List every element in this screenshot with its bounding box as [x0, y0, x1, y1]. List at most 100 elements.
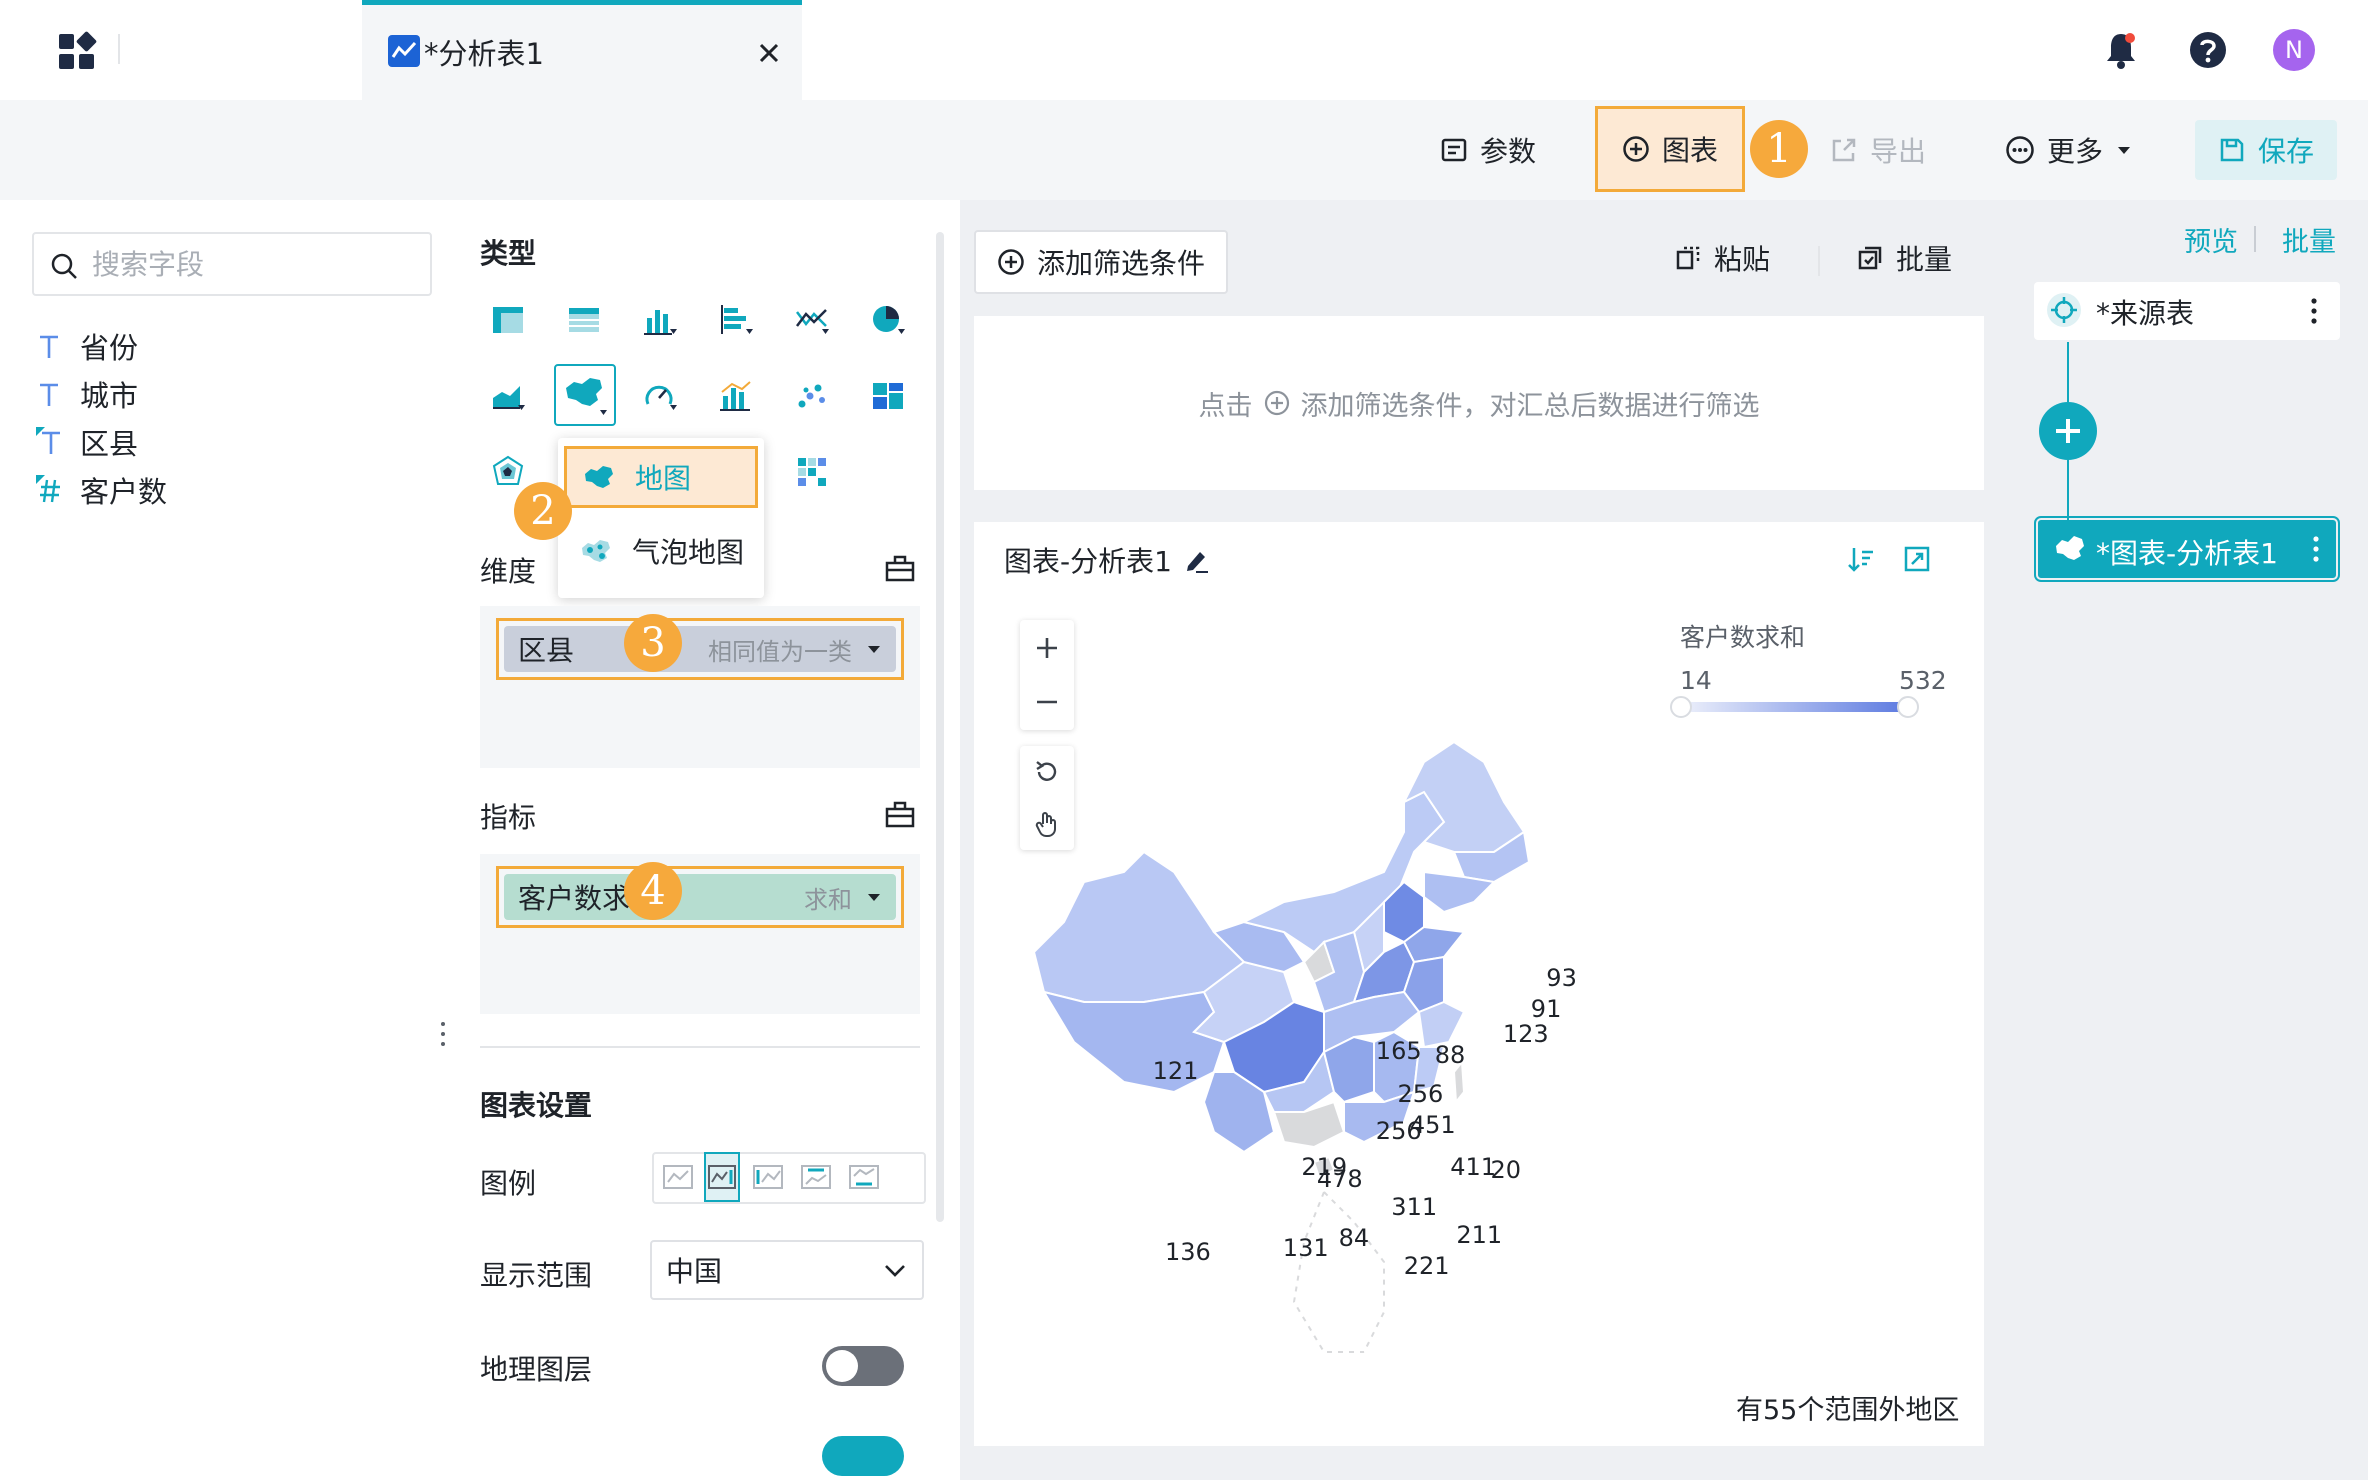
heatmap-chart-icon[interactable]: [794, 454, 830, 490]
step-badge-3: 3: [624, 614, 682, 672]
batch-link[interactable]: 批量: [2282, 220, 2336, 259]
scatter-chart-icon[interactable]: [794, 378, 830, 414]
bubble-map-option[interactable]: 气泡地图: [564, 520, 758, 582]
config-scrollbar[interactable]: [936, 232, 944, 1222]
display-range-select[interactable]: 中国: [650, 1240, 924, 1300]
area-chart-icon[interactable]: [490, 378, 526, 414]
chart-label: 图表: [1661, 134, 1718, 167]
field-item-district[interactable]: 区县: [34, 418, 138, 466]
search-icon: [48, 250, 80, 282]
flow-panel: 预览 批量 *来源表: [2008, 200, 2368, 1480]
horizontal-bar-icon[interactable]: [718, 302, 754, 338]
plus-circle-icon: [1264, 390, 1289, 416]
text-field-icon: [34, 376, 64, 412]
panel-resize-handle[interactable]: [440, 1020, 446, 1048]
flow-add-node-button[interactable]: [2039, 402, 2097, 460]
preview-link[interactable]: 预览: [2184, 220, 2238, 259]
map-value-label: 211: [1456, 1221, 1503, 1250]
cross-table-icon[interactable]: [566, 302, 602, 338]
chart-node-label: *图表-分析表1: [2096, 537, 2278, 570]
field-item-city[interactable]: 城市: [34, 370, 138, 418]
legend-label: 图例: [480, 1167, 537, 1200]
map-value-label: 91: [1530, 994, 1562, 1023]
params-button[interactable]: 参数: [1440, 122, 1536, 178]
geo-layer-toggle[interactable]: [822, 1346, 904, 1386]
legend-top-icon[interactable]: [798, 1152, 834, 1202]
app-grid-icon[interactable]: [55, 30, 99, 74]
plus-circle-icon: [998, 249, 1024, 275]
metric-pill-customers-sum[interactable]: 客户数求和 求和: [504, 874, 896, 920]
bubble-map-label: 气泡地图: [632, 536, 745, 569]
flow-separator: [2254, 226, 2256, 252]
sort-icon[interactable]: [1846, 544, 1876, 574]
map-chart-type-selected[interactable]: [554, 364, 616, 426]
edit-pen-icon[interactable]: [1182, 546, 1210, 574]
pie-chart-icon[interactable]: [870, 302, 906, 338]
china-choropleth-map[interactable]: 121 136 219 256 165 88 256 451 411 20 93 91 123 478 31…: [1024, 702, 1624, 1402]
text-field-icon: [34, 328, 64, 364]
flow-node-source[interactable]: *来源表: [2034, 282, 2340, 340]
legend-bottom-icon[interactable]: [846, 1152, 882, 1202]
dimension-pill-highlight: 区县 相同值为一类: [496, 618, 904, 680]
field-item-customers[interactable]: 客户数: [34, 466, 167, 514]
region-zhejiang: [1417, 1000, 1466, 1049]
pill-mode: 求和: [804, 885, 852, 914]
section-divider: [480, 1046, 920, 1048]
dimension-toolbox-icon[interactable]: [884, 552, 916, 584]
export-button[interactable]: 导出: [1830, 122, 1926, 178]
flow-node-chart[interactable]: *图表-分析表1: [2034, 516, 2340, 582]
radar-chart-icon[interactable]: [490, 454, 526, 490]
filter-hint-text: 添加筛选条件，对汇总后数据进行筛选: [1300, 390, 1760, 422]
field-search-input[interactable]: [92, 246, 412, 282]
legend-max-handle[interactable]: [1897, 696, 1919, 718]
toolbar: 参数 图表 1 导出 更多 保存: [0, 100, 2368, 200]
user-avatar[interactable]: N: [2273, 29, 2315, 71]
export-icon: [1832, 138, 1856, 162]
map-value-label: 131: [1282, 1233, 1329, 1262]
dimension-drop-zone[interactable]: 区县 相同值为一类: [480, 606, 920, 768]
panel-gap: [960, 200, 974, 1480]
add-filter-button[interactable]: 添加筛选条件: [974, 230, 1228, 294]
metric-label: 指标: [480, 801, 537, 834]
line-chart-icon[interactable]: [794, 302, 830, 338]
next-setting-toggle[interactable]: [822, 1436, 904, 1476]
flow-connector: [2067, 342, 2069, 402]
geo-layer-label: 地理图层: [480, 1353, 593, 1386]
tab-label: *分析表1: [424, 37, 544, 71]
metric-toolbox-icon[interactable]: [884, 798, 916, 830]
batch-button[interactable]: 批量: [1856, 238, 1952, 278]
geo-text-field-icon: [34, 424, 64, 460]
map-value-label: 256: [1397, 1080, 1444, 1109]
bar-chart-icon[interactable]: [642, 302, 678, 338]
caret-down-icon: [868, 646, 880, 653]
table-chart-icon[interactable]: [490, 302, 526, 338]
add-chart-button[interactable]: 图表: [1595, 106, 1745, 192]
step-badge-1: 1: [1750, 120, 1808, 178]
dimension-pill-district[interactable]: 区县 相同值为一类: [504, 626, 896, 672]
source-node-label: *来源表: [2096, 297, 2195, 330]
zoom-in-icon[interactable]: [1020, 622, 1074, 674]
fullscreen-icon[interactable]: [1902, 544, 1932, 574]
gauge-chart-icon[interactable]: [642, 378, 678, 414]
chart-node-menu-icon[interactable]: [2312, 534, 2320, 564]
paste-button[interactable]: 粘贴: [1674, 238, 1770, 278]
tab-analysis-table[interactable]: *分析表1: [362, 0, 802, 100]
more-button[interactable]: 更多: [2005, 122, 2133, 178]
legend-right-icon[interactable]: [704, 1152, 740, 1202]
legend-left-icon[interactable]: [750, 1152, 786, 1202]
source-node-menu-icon[interactable]: [2310, 296, 2318, 326]
help-icon[interactable]: [2188, 30, 2228, 70]
region-xinjiang: [1032, 850, 1246, 1003]
legend-none-icon[interactable]: [660, 1152, 696, 1202]
dashboard-card-icon[interactable]: [870, 378, 906, 414]
legend-min-handle[interactable]: [1670, 696, 1692, 718]
save-button[interactable]: 保存: [2195, 120, 2337, 180]
map-option[interactable]: 地图: [564, 446, 758, 508]
chevron-down-icon: [885, 1265, 905, 1277]
display-range-label: 显示范围: [480, 1259, 593, 1292]
combo-chart-icon[interactable]: [718, 378, 754, 414]
tab-close-icon[interactable]: [752, 36, 786, 70]
metric-drop-zone[interactable]: 客户数求和 求和: [480, 854, 920, 1014]
field-item-province[interactable]: 省份: [34, 322, 138, 370]
notification-bell-icon[interactable]: [2102, 30, 2140, 70]
